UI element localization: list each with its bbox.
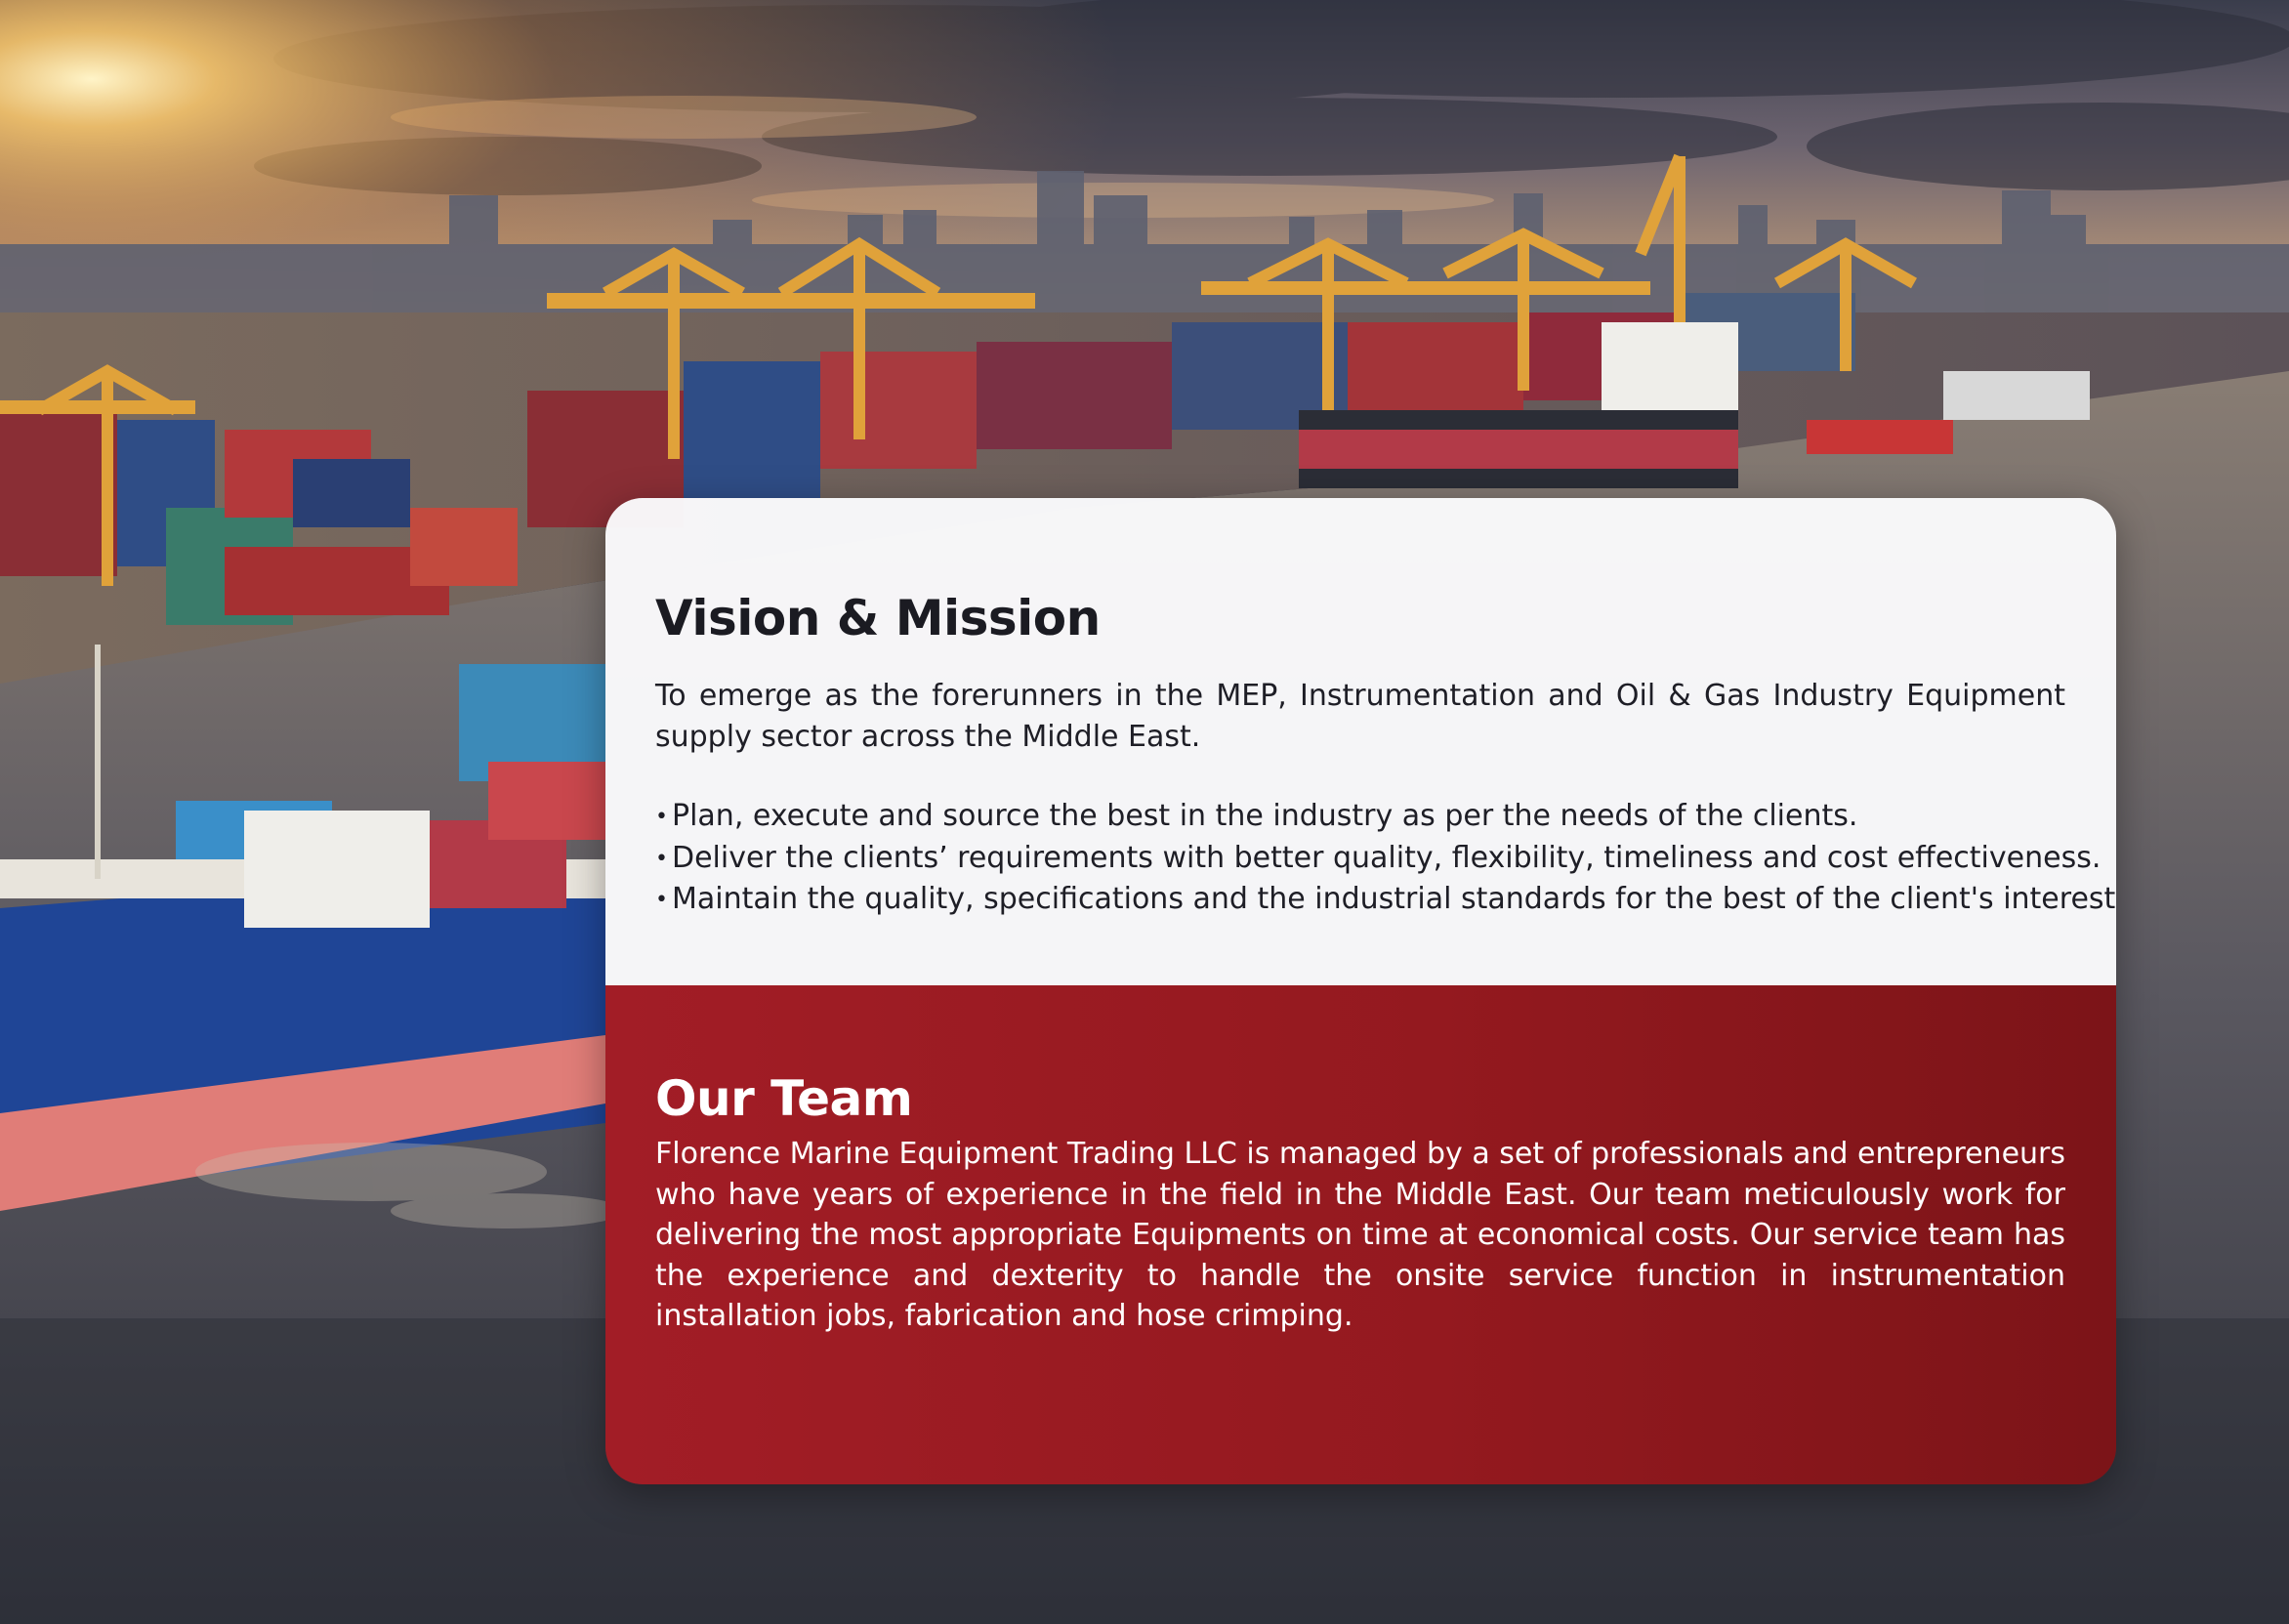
list-item: • Maintain the quality, specifications an… [655,879,2116,921]
bullet-icon: • [655,805,668,829]
vision-mission-section: Vision & Mission To emerge as the foreru… [605,498,2116,985]
mission-item-text: Maintain the quality, specifications and… [672,882,2116,916]
vision-mission-heading: Vision & Mission [655,590,1101,646]
mission-list: • Plan, execute and source the best in th… [655,796,2116,921]
team-description: Florence Marine Equipment Trading LLC is… [655,1137,2065,1333]
list-item: • Deliver the clients’ requirements with … [655,838,2101,880]
vision-statement: To emerge as the forerunners in the MEP,… [655,679,2065,754]
our-team-section: Our Team Florence Marine Equipment Tradi… [605,985,2116,1484]
content-card: Vision & Mission To emerge as the foreru… [605,498,2116,1484]
bullet-icon: • [655,846,668,871]
bullet-icon: • [655,888,668,912]
our-team-heading: Our Team [655,1070,913,1127]
mission-item-text: Plan, execute and source the best in the… [672,799,1858,833]
mission-item-text: Deliver the clients’ requirements with b… [672,840,2102,875]
list-item: • Plan, execute and source the best in th… [655,796,2081,838]
